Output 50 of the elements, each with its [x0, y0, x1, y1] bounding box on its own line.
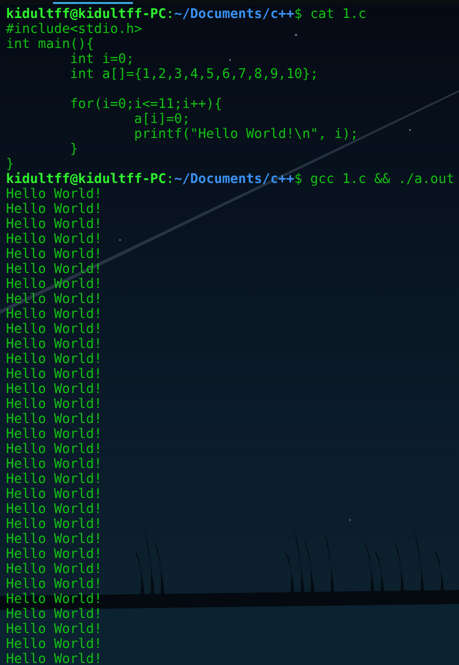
output-line: Hello World! — [6, 412, 102, 427]
output-line: Hello World! — [6, 547, 102, 562]
output-line: Hello World! — [6, 607, 102, 622]
output-line: Hello World! — [6, 292, 102, 307]
output-line: Hello World! — [6, 637, 102, 652]
output-line: Hello World! — [6, 457, 102, 472]
prompt-path: ~/Documents/c++ — [174, 172, 294, 187]
output-line: for(i=0;i<=11;i++){ — [69, 97, 222, 112]
command-text: $ cat 1.c — [294, 7, 366, 22]
output-line: int i=0; — [69, 52, 134, 67]
output-line: Hello World! — [6, 592, 102, 607]
output-line: Hello World! — [6, 472, 102, 487]
output-line: printf("Hello World!\n", i); — [133, 127, 358, 142]
output-line: Hello World! — [6, 307, 102, 322]
prompt-path: ~/Documents/c++ — [174, 7, 294, 22]
output-line: Hello World! — [6, 577, 102, 592]
output-line: Hello World! — [6, 337, 102, 352]
output-line: Hello World! — [6, 532, 102, 547]
output-line: Hello World! — [6, 397, 102, 412]
output-line: Hello World! — [6, 232, 102, 247]
output-line: int main(){ — [6, 37, 94, 52]
output-line: Hello World! — [6, 562, 102, 577]
output-line: Hello World! — [6, 622, 102, 637]
output-line: #include<stdio.h> — [6, 22, 142, 37]
output-line: Hello World! — [6, 217, 102, 232]
prompt-user: kidultff@kidultff-PC — [6, 7, 166, 22]
output-line: } — [69, 142, 78, 157]
output-line: Hello World! — [6, 487, 102, 502]
output-line: Hello World! — [6, 427, 102, 442]
output-line: a[i]=0; — [133, 112, 190, 127]
tab-indicator[interactable] — [53, 2, 133, 4]
output-line: Hello World! — [6, 202, 102, 217]
output-line: Hello World! — [6, 277, 102, 292]
output-line: Hello World! — [6, 382, 102, 397]
output-line: Hello World! — [6, 247, 102, 262]
output-line: Hello World! — [6, 442, 102, 457]
output-line: int a[]={1,2,3,4,5,6,7,8,9,10}; — [69, 67, 318, 82]
output-line: Hello World! — [6, 367, 102, 382]
prompt-separator: : — [166, 172, 174, 187]
command-text: $ gcc 1.c && ./a.out — [294, 172, 454, 187]
output-line: } — [6, 157, 14, 172]
output-line: Hello World! — [6, 502, 102, 517]
output-line: Hello World! — [6, 352, 102, 367]
output-line: Hello World! — [6, 322, 102, 337]
output-line: Hello World! — [6, 262, 102, 277]
prompt-user: kidultff@kidultff-PC — [6, 172, 166, 187]
output-line: Hello World! — [6, 517, 102, 532]
output-line: Hello World! — [6, 652, 102, 665]
prompt-separator: : — [166, 7, 174, 22]
output-line: Hello World! — [6, 187, 102, 202]
